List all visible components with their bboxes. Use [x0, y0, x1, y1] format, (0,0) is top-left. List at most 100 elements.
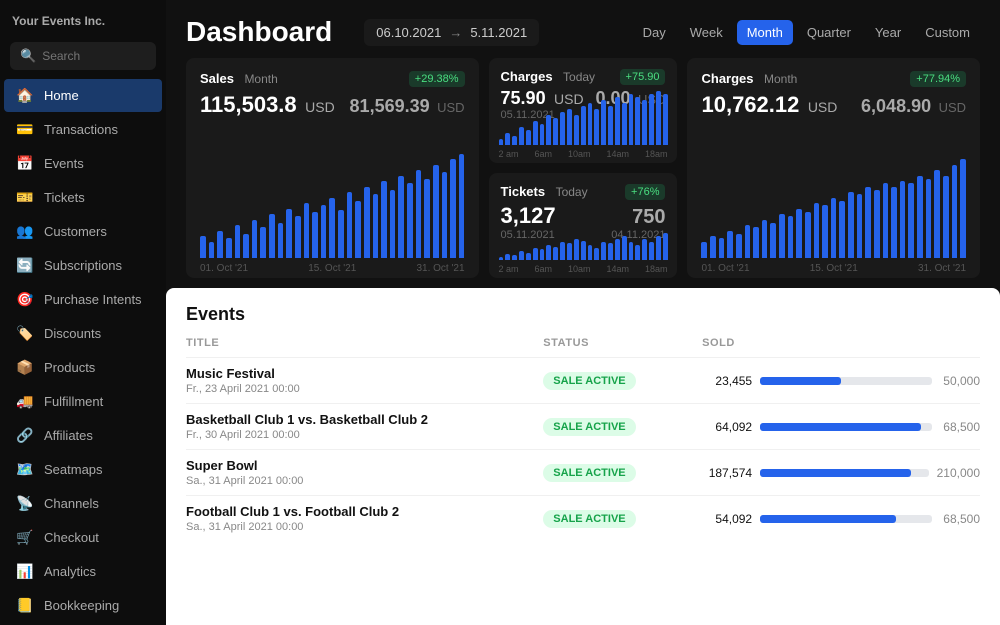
chart-bar [594, 248, 599, 260]
sidebar-item-channels[interactable]: 📡Channels [4, 487, 162, 520]
charges-today-labels: 2 am 6am 10am 14am 18am [499, 149, 668, 159]
chart-bar [839, 201, 845, 258]
sidebar-item-analytics[interactable]: 📊Analytics [4, 555, 162, 588]
time-filter-day[interactable]: Day [633, 20, 676, 45]
chart-bar [642, 100, 647, 145]
sidebar-item-tickets[interactable]: 🎫 Tickets [4, 181, 162, 214]
search-bar[interactable]: 🔍 [10, 42, 156, 70]
sidebar-icon-2: 📅 [16, 155, 34, 172]
chart-bar [519, 127, 524, 145]
chart-bar [581, 106, 586, 145]
charges-month-badge: +77.94% [910, 71, 966, 87]
table-row[interactable]: Super Bowl Sa., 31 April 2021 00:00 SALE… [186, 450, 980, 496]
sidebar-item-products[interactable]: 📦Products [4, 351, 162, 384]
event-name-cell: Music Festival Fr., 23 April 2021 00:00 [186, 358, 543, 404]
chart-bar [567, 109, 572, 145]
date-end: 5.11.2021 [470, 25, 527, 40]
date-arrow: → [449, 25, 462, 40]
sidebar-item-seatmaps[interactable]: 🗺️Seatmaps [4, 453, 162, 486]
chart-bar [526, 130, 531, 145]
chart-bar [952, 165, 958, 259]
progress-fill [760, 423, 921, 431]
time-filter-year[interactable]: Year [865, 20, 911, 45]
main-content: Dashboard 06.10.2021 → 5.11.2021 DayWeek… [166, 0, 1000, 625]
chart-bar [553, 247, 558, 260]
sidebar-item-bookkeeping[interactable]: 📒Bookkeeping [4, 589, 162, 622]
sidebar-item-purchase-intents[interactable]: 🎯Purchase Intents [4, 283, 162, 316]
chart-bar [581, 241, 586, 260]
event-status-cell: SALE ACTIVE [543, 450, 702, 496]
sidebar-label-3: Tickets [44, 190, 85, 205]
time-filter-custom[interactable]: Custom [915, 20, 980, 45]
chart-bar [355, 201, 361, 258]
sidebar-item-customers[interactable]: 👥Customers [4, 215, 162, 248]
tickets-card: Tickets Today +76% 3,127 05.11.2021 750 … [489, 173, 678, 278]
chart-bar [459, 154, 465, 259]
sidebar-item-fulfillment[interactable]: 🚚Fulfillment [4, 385, 162, 418]
sidebar-icon-0: 🏠 [16, 87, 34, 104]
time-filter-quarter[interactable]: Quarter [797, 20, 861, 45]
sold-number: 187,574 [702, 466, 752, 480]
event-date: Fr., 23 April 2021 00:00 [186, 383, 543, 395]
chart-bar [891, 187, 897, 259]
chart-bar [779, 214, 785, 258]
chart-bar [865, 187, 871, 259]
chart-bar [594, 109, 599, 145]
sales-card-title: Sales [200, 71, 234, 86]
chart-bar [278, 223, 284, 258]
sidebar-item-affiliates[interactable]: 🔗Affiliates [4, 419, 162, 452]
total-number: 68,500 [940, 512, 980, 526]
status-badge: SALE ACTIVE [543, 418, 635, 436]
chart-bar [656, 91, 661, 145]
chart-bar [243, 234, 249, 258]
chart-bar [217, 231, 223, 259]
charges-today-badge: +75.90 [620, 69, 666, 85]
sidebar-icon-3: 🎫 [16, 189, 34, 206]
sales-main-unit: USD [305, 99, 335, 115]
chart-bar [727, 231, 733, 259]
sidebar-item-events[interactable]: 📅 Events [4, 147, 162, 180]
chart-bar [533, 248, 538, 260]
sidebar-item-checkout[interactable]: 🛒Checkout [4, 521, 162, 554]
chart-bar [252, 220, 258, 259]
event-status-cell: SALE ACTIVE [543, 358, 702, 404]
table-row[interactable]: Football Club 1 vs. Football Club 2 Sa.,… [186, 496, 980, 542]
chart-bar [601, 100, 606, 145]
chart-bar [635, 245, 640, 260]
sidebar-icon-15: 📒 [16, 597, 34, 614]
date-range[interactable]: 06.10.2021 → 5.11.2021 [364, 19, 539, 46]
search-input[interactable] [42, 49, 146, 63]
chart-bar [364, 187, 370, 259]
chart-bar [533, 121, 538, 145]
sales-secondary-value: 81,569.39 [350, 96, 430, 116]
sidebar-item-subscriptions[interactable]: 🔄Subscriptions [4, 249, 162, 282]
sidebar-icon-1: 💳 [16, 121, 34, 138]
sidebar-icon-4: 👥 [16, 223, 34, 240]
event-status-cell: SALE ACTIVE [543, 404, 702, 450]
sidebar-label-2: Events [44, 156, 84, 171]
event-name: Super Bowl [186, 458, 543, 473]
table-row[interactable]: Music Festival Fr., 23 April 2021 00:00 … [186, 358, 980, 404]
chart-bar [499, 257, 504, 260]
sidebar-label-12: Channels [44, 496, 99, 511]
table-row[interactable]: Basketball Club 1 vs. Basketball Club 2 … [186, 404, 980, 450]
chart-bar [601, 242, 606, 260]
events-title: Events [186, 304, 980, 325]
chart-bar [762, 220, 768, 259]
total-number: 50,000 [940, 374, 980, 388]
chart-bar [526, 253, 531, 260]
sidebar-label-10: Affiliates [44, 428, 93, 443]
sold-number: 64,092 [702, 420, 752, 434]
sidebar-icon-11: 🗺️ [16, 461, 34, 478]
time-filter-month[interactable]: Month [737, 20, 793, 45]
chart-bar [642, 239, 647, 260]
events-table: TITLE STATUS SOLD Music Festival Fr., 23… [186, 337, 980, 541]
sidebar-item-home[interactable]: 🏠Home [4, 79, 162, 112]
chart-bar [347, 192, 353, 258]
chart-bar [649, 242, 654, 260]
event-sold-cell: 23,455 50,000 [702, 358, 980, 404]
sidebar-item-discounts[interactable]: 🏷️Discounts [4, 317, 162, 350]
progress-fill [760, 515, 896, 523]
sidebar-item-transactions[interactable]: 💳Transactions [4, 113, 162, 146]
time-filter-week[interactable]: Week [680, 20, 733, 45]
